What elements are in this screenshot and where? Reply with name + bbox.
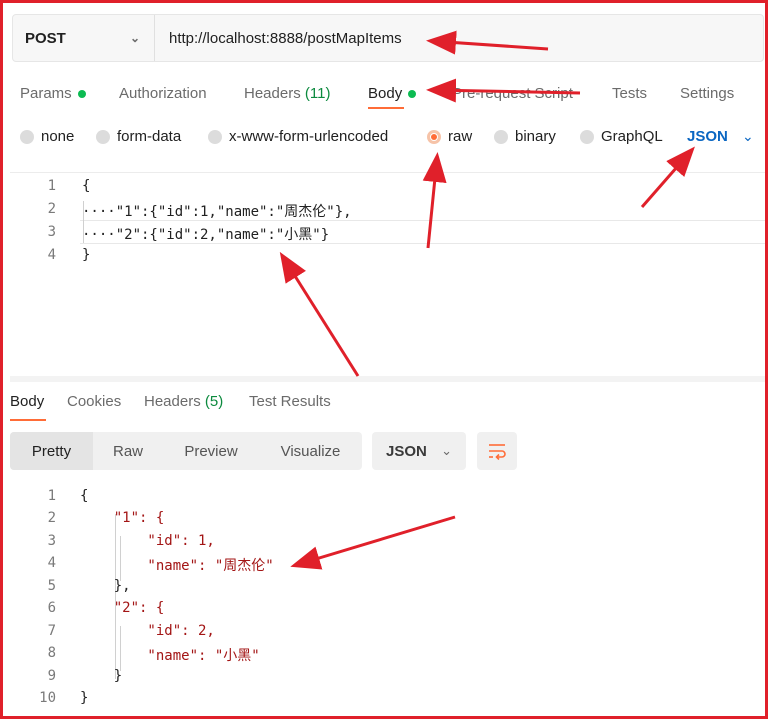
radio-label: form-data (117, 128, 182, 145)
code-line: "id": 1, (80, 533, 215, 549)
chevron-down-icon[interactable]: ⌄ (742, 128, 754, 145)
line-number: 9 (47, 668, 56, 684)
tab-settings[interactable]: Settings (680, 85, 734, 102)
line-number: 2 (47, 510, 56, 526)
code-line: "id": 2, (80, 623, 215, 639)
line-number: 2 (47, 201, 56, 217)
tab-label: Authorization (119, 84, 207, 102)
line-number: 3 (47, 224, 56, 240)
tab-label: Settings (680, 84, 735, 102)
radio-circle-icon (580, 129, 594, 144)
code-line: }, (80, 578, 131, 594)
line-number: 7 (47, 623, 56, 639)
code-line: ····"1":{"id":1,"name":"周杰伦"}, (82, 204, 352, 220)
code-line: } (82, 247, 91, 263)
mode-preview[interactable]: Preview (163, 432, 259, 470)
radio-graphql[interactable]: GraphQL (580, 128, 663, 145)
radio-label: x-www-form-urlencoded (229, 128, 389, 145)
radio-selected-icon (427, 129, 441, 144)
active-tab-indicator (10, 419, 46, 421)
request-url-bar: POST ⌄ http://localhost:8888/postMapItem… (12, 14, 764, 62)
code-line: { (80, 488, 89, 504)
radio-circle-icon (208, 129, 222, 144)
code-line: "name": "小黑" (80, 648, 260, 664)
wrap-lines-button[interactable] (477, 432, 517, 470)
url-input[interactable]: http://localhost:8888/postMapItems (155, 15, 763, 61)
code-line: "name": "周杰伦" (80, 558, 274, 574)
tab-label: Headers (244, 84, 301, 102)
mode-raw[interactable]: Raw (93, 432, 163, 470)
line-number: 1 (47, 488, 56, 504)
line-number: 6 (47, 600, 56, 616)
format-label: JSON (386, 442, 427, 460)
chevron-down-icon: ⌄ (129, 31, 140, 45)
tab-response-headers[interactable]: Headers (5) (144, 393, 223, 410)
status-dot-icon (408, 89, 417, 98)
line-number: 3 (47, 533, 56, 549)
tab-params[interactable]: Params (20, 85, 86, 102)
radio-form-data[interactable]: form-data (96, 128, 181, 145)
radio-label: none (41, 128, 75, 145)
code-line: { (82, 178, 91, 194)
method-select[interactable]: POST ⌄ (13, 15, 155, 61)
tab-cookies[interactable]: Cookies (67, 393, 121, 410)
radio-circle-icon (494, 129, 508, 144)
radio-label: GraphQL (601, 128, 663, 145)
response-format-select[interactable]: JSON ⌄ (372, 432, 466, 470)
radio-label: binary (515, 128, 556, 145)
code-line: ····"2":{"id":2,"name":"小黑"} (82, 227, 330, 243)
response-view-modes: Pretty Raw Preview Visualize (10, 432, 362, 470)
tab-authorization[interactable]: Authorization (119, 85, 207, 102)
radio-x-www-form-urlencoded[interactable]: x-www-form-urlencoded (208, 128, 388, 145)
line-number: 1 (47, 178, 56, 194)
tab-label: Tests (612, 84, 648, 102)
status-dot-icon (77, 89, 86, 98)
radio-raw[interactable]: raw (427, 128, 472, 145)
headers-count: (11) (304, 84, 331, 102)
tab-label: Body (368, 84, 403, 102)
request-body-editor[interactable]: 1 2 3 4 { ····"1":{"id":1,"name":"周杰伦"},… (10, 172, 768, 374)
tab-label: Headers (144, 393, 201, 410)
chevron-down-icon: ⌄ (441, 443, 452, 458)
radio-none[interactable]: none (20, 128, 74, 145)
line-number: 8 (47, 645, 56, 661)
active-tab-indicator (368, 107, 404, 109)
code-line: "2": { (80, 600, 165, 616)
response-body-viewer: 1 2 3 4 5 6 7 8 9 10 { "1": { "id": 1, "… (0, 484, 765, 716)
radio-circle-icon (20, 129, 34, 144)
mode-pretty[interactable]: Pretty (10, 432, 93, 470)
tab-headers[interactable]: Headers (11) (244, 85, 330, 102)
radio-label: raw (448, 128, 473, 145)
tab-label: Params (20, 84, 72, 102)
tab-tests[interactable]: Tests (612, 85, 647, 102)
tab-body[interactable]: Body (368, 84, 417, 102)
raw-format-select[interactable]: JSON (687, 128, 728, 145)
tab-pre-request-script[interactable]: Pre-request Script (452, 85, 573, 102)
wrap-lines-icon (489, 444, 506, 460)
line-number: 5 (47, 578, 56, 594)
line-number: 4 (47, 247, 56, 263)
radio-binary[interactable]: binary (494, 128, 556, 145)
line-number: 10 (39, 690, 56, 706)
method-label: POST (25, 29, 66, 47)
line-number: 4 (47, 555, 56, 571)
radio-circle-icon (96, 129, 110, 144)
tab-test-results[interactable]: Test Results (249, 393, 331, 410)
code-line: } (80, 690, 89, 706)
tab-response-body[interactable]: Body (10, 393, 44, 410)
tab-label: Pre-request Script (452, 84, 573, 102)
code-line: "1": { (80, 510, 165, 526)
headers-count: (5) (204, 393, 224, 410)
pane-resize-handle[interactable] (10, 376, 765, 382)
code-line: } (80, 668, 123, 684)
mode-visualize[interactable]: Visualize (259, 432, 362, 470)
